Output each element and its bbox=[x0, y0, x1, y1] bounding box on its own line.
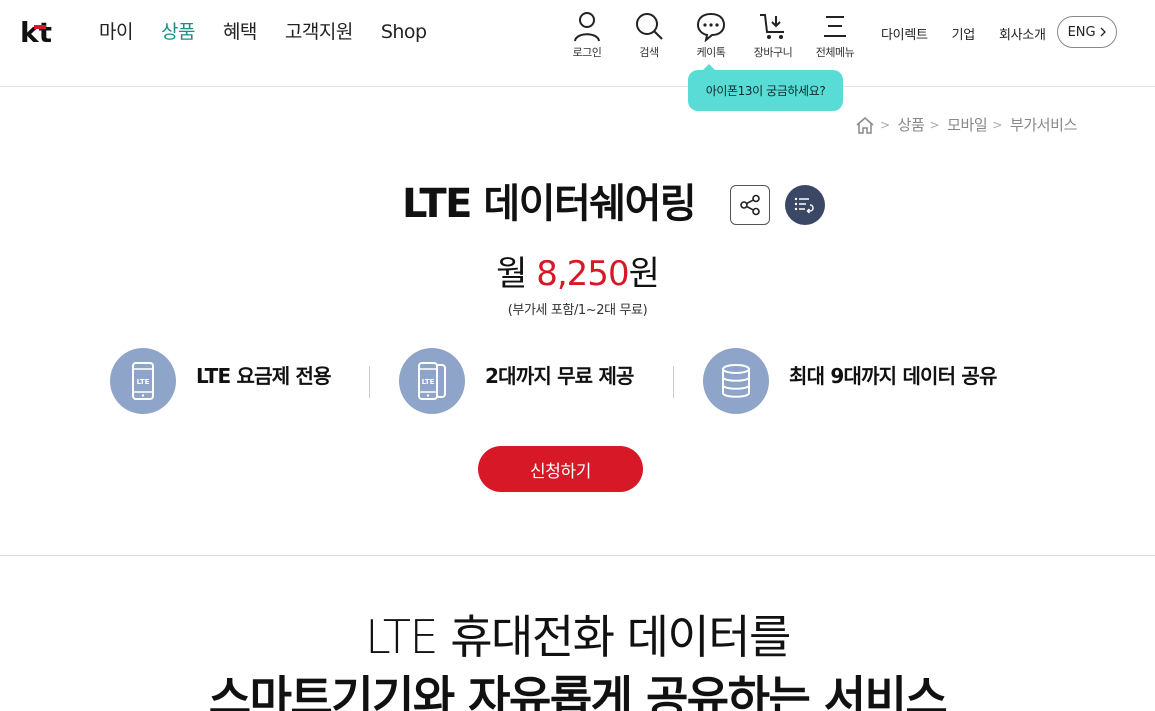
product-title-area: LTE 데이터쉐어링 bbox=[0, 176, 1155, 232]
price-prefix: 월 bbox=[496, 254, 537, 294]
chevron-right-icon bbox=[1100, 27, 1106, 37]
nav-my[interactable]: 마이 bbox=[99, 20, 133, 44]
feature-icon-circle: LTE bbox=[110, 348, 176, 414]
cart-icon bbox=[760, 14, 784, 39]
breadcrumb-products[interactable]: 상품 bbox=[898, 114, 925, 135]
intro-heading-line2: 스마트기기와 자유롭게 공유하는 서비스 bbox=[208, 671, 948, 711]
person-icon bbox=[574, 12, 600, 42]
feature-label: LTE 요금제 전용 bbox=[196, 363, 331, 388]
database-icon bbox=[722, 364, 750, 398]
link-enterprise[interactable]: 기업 bbox=[952, 24, 976, 43]
breadcrumb-addon[interactable]: 부가서비스 bbox=[1010, 114, 1077, 135]
nav-benefits[interactable]: 혜택 bbox=[223, 20, 257, 44]
price-value: 8,250 bbox=[536, 254, 629, 294]
feature-label: 최대 9대까지 데이터 공유 bbox=[789, 363, 997, 388]
svg-text:LTE: LTE bbox=[422, 378, 435, 386]
product-price: 월 8,250원 bbox=[0, 250, 1155, 298]
link-company[interactable]: 회사소개 bbox=[999, 24, 1046, 43]
main-nav: 마이 상품 혜택 고객지원 Shop bbox=[99, 20, 455, 44]
search-icon bbox=[636, 13, 663, 40]
home-icon[interactable] bbox=[855, 116, 875, 134]
breadcrumb-separator-icon: > bbox=[992, 117, 1002, 132]
feature-icon-circle: LTE bbox=[399, 348, 465, 414]
login-label: 로그인 bbox=[572, 46, 602, 59]
cart-label: 장바구니 bbox=[753, 46, 793, 59]
breadcrumb-mobile[interactable]: 모바일 bbox=[947, 114, 988, 135]
nav-shop[interactable]: Shop bbox=[381, 20, 427, 44]
feature-two-free: LTE 2대까지 무료 제공 bbox=[399, 348, 634, 414]
all-menu-button[interactable]: 전체메뉴 bbox=[804, 10, 866, 60]
chat-icon bbox=[696, 12, 726, 42]
tooltip-text: 아이폰13이 궁금하세요? bbox=[705, 84, 826, 98]
page-title: LTE 데이터쉐어링 bbox=[402, 181, 697, 227]
ktalk-label: 케이톡 bbox=[696, 46, 726, 59]
feature-label: 2대까지 무료 제공 bbox=[485, 363, 634, 388]
feature-lte-only: LTE LTE 요금제 전용 bbox=[110, 348, 331, 414]
breadcrumb-separator-icon: > bbox=[929, 117, 940, 132]
price-suffix: 원 bbox=[628, 254, 660, 294]
share-button[interactable] bbox=[730, 185, 770, 225]
link-direct[interactable]: 다이렉트 bbox=[881, 24, 928, 43]
menu-icon bbox=[824, 16, 846, 37]
kt-logo[interactable]: kt bbox=[20, 16, 54, 46]
breadcrumb: > 상품 > 모바일 > 부가서비스 bbox=[855, 114, 1077, 135]
global-header: kt 마이 상품 혜택 고객지원 Shop 로그인 검색 케이톡 장바구니 전체… bbox=[0, 0, 1155, 87]
price-note: (부가세 포함/1~2대 무료) bbox=[507, 303, 648, 318]
svg-text:LTE: LTE bbox=[137, 378, 150, 386]
list-return-icon bbox=[794, 197, 814, 214]
language-button[interactable]: ENG bbox=[1056, 16, 1117, 48]
lte-phone-icon: LTE bbox=[132, 362, 154, 400]
ktalk-tooltip[interactable]: 아이폰13이 궁금하세요? bbox=[688, 64, 843, 111]
search-label: 검색 bbox=[639, 46, 659, 59]
nav-support[interactable]: 고객지원 bbox=[285, 20, 353, 44]
feature-divider bbox=[673, 366, 674, 398]
feature-icon-circle bbox=[703, 348, 769, 414]
feature-divider bbox=[369, 366, 370, 398]
breadcrumb-separator-icon: > bbox=[880, 117, 890, 132]
cart-button[interactable]: 장바구니 bbox=[742, 10, 804, 60]
nav-products[interactable]: 상품 bbox=[161, 20, 195, 44]
language-label: ENG bbox=[1067, 24, 1096, 40]
apply-button[interactable]: 신청하기 bbox=[478, 446, 643, 492]
utility-menu: 로그인 검색 케이톡 장바구니 전체메뉴 bbox=[556, 10, 866, 60]
all-menu-label: 전체메뉴 bbox=[815, 46, 855, 59]
feature-share-nine: 최대 9대까지 데이터 공유 bbox=[703, 348, 997, 414]
search-button[interactable]: 검색 bbox=[618, 10, 680, 60]
list-button[interactable] bbox=[785, 185, 825, 225]
svg-text:kt: kt bbox=[20, 16, 52, 46]
intro-heading-line1: LTE 휴대전화 데이터를 bbox=[365, 610, 791, 664]
login-button[interactable]: 로그인 bbox=[556, 10, 618, 60]
lte-two-phones-icon: LTE bbox=[418, 362, 446, 400]
section-divider bbox=[0, 555, 1155, 556]
ktalk-button[interactable]: 케이톡 bbox=[680, 10, 742, 60]
side-links: 다이렉트 기업 회사소개 ENG bbox=[881, 16, 1117, 48]
share-icon bbox=[740, 194, 760, 216]
